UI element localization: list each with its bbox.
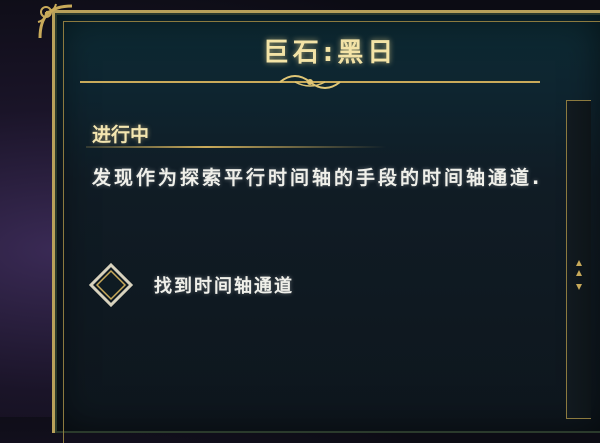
title-divider-ornament-icon — [80, 75, 540, 89]
objective-row[interactable]: 找到时间轴通道 — [88, 262, 388, 308]
scroll-handle-icon[interactable] — [574, 258, 584, 292]
objective-label: 找到时间轴通道 — [154, 276, 294, 297]
diamond-objective-icon — [88, 262, 134, 308]
quest-description: 发现作为探索平行时间轴的手段的时间轴通道. — [92, 167, 543, 189]
quest-title: 巨石:黑日 — [262, 38, 398, 68]
status-divider — [86, 146, 386, 148]
quest-status: 进行中 — [92, 124, 150, 146]
